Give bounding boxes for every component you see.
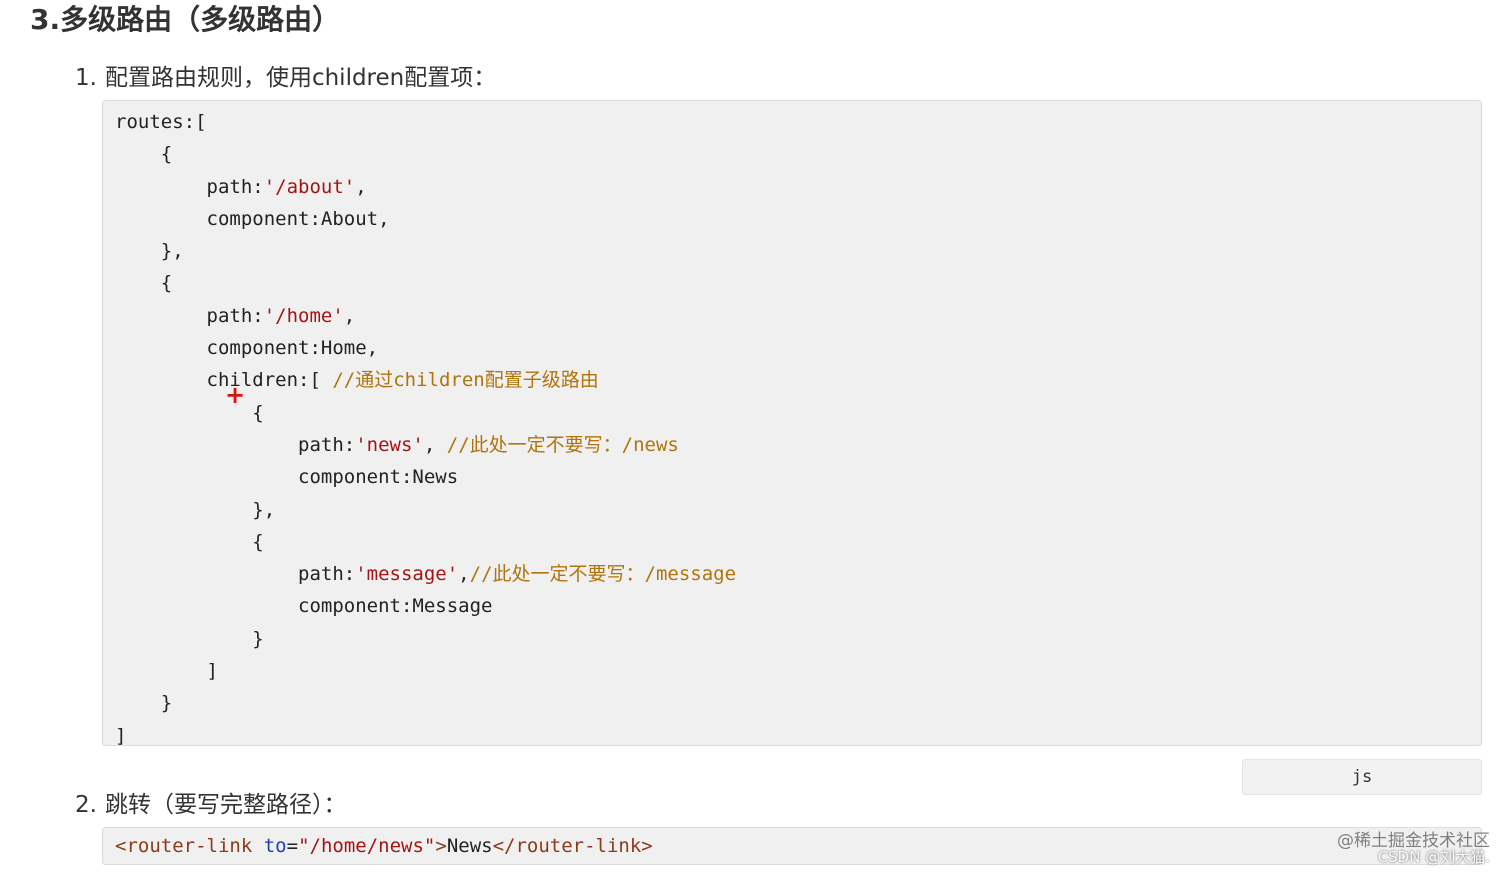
- code-token-plain: ,: [423, 433, 447, 456]
- code-token-plain: ,: [355, 175, 367, 198]
- added-line-plus-icon: +: [225, 381, 246, 409]
- code-token-plain: =: [286, 835, 299, 857]
- code-token-str: '/about': [263, 175, 356, 198]
- code-token-str: 'news': [355, 433, 424, 456]
- code-token-plain: },: [115, 240, 184, 263]
- code-token-plain: }: [115, 692, 173, 715]
- code-token-comment: //此处一定不要写：/news: [446, 433, 679, 456]
- code-token-plain: component:Home,: [115, 337, 379, 360]
- code-line: ]: [115, 655, 1469, 687]
- code-token-plain: ,: [458, 563, 470, 586]
- code-line: path:'news', //此处一定不要写：/news: [115, 429, 1469, 461]
- code-token-plain: {: [115, 272, 173, 295]
- code-token-plain: component:News: [115, 466, 459, 489]
- code-line: {: [115, 138, 1469, 170]
- code-token-plain: ]: [115, 724, 127, 747]
- step-2: 2. 跳转（要写完整路径）：: [75, 789, 346, 821]
- code-line: component:Home,: [115, 332, 1469, 364]
- code-line: component:Message: [115, 590, 1469, 622]
- code-token-plain: routes:[: [115, 111, 207, 133]
- code-token-tag: <router-link: [115, 835, 253, 857]
- step-1: 1. 配置路由规则，使用children配置项：: [75, 62, 496, 94]
- code-token-plain: ,: [343, 304, 356, 327]
- code-token-plain: path:: [115, 433, 356, 456]
- code-line: routes:[: [115, 106, 1469, 138]
- code-token-plain: path:: [115, 304, 264, 327]
- code-token-plain: {: [115, 143, 173, 166]
- routes-code-block[interactable]: routes:[ { path:'/about', component:Abou…: [102, 100, 1482, 747]
- code-token-tag: </router-link>: [492, 835, 653, 857]
- code-token-plain: path:: [115, 175, 264, 198]
- code-token-plain: component:About,: [115, 207, 390, 230]
- code-line: path:'/about',: [115, 171, 1469, 203]
- code-token-plain: children:[: [115, 369, 333, 392]
- code-line: }: [115, 687, 1469, 719]
- code-line: {: [115, 526, 1469, 558]
- step-number: 2.: [75, 792, 97, 818]
- code-token-comment: //此处一定不要写：/message: [469, 563, 737, 586]
- code-line: component:About,: [115, 203, 1469, 235]
- code-token-plain: path:: [115, 563, 356, 586]
- code-token-tag: >: [435, 835, 447, 857]
- code-line: path:'/home',: [115, 300, 1469, 332]
- code-token-comment: //通过children配置子级路由: [332, 369, 599, 392]
- code-token-plain: News: [446, 835, 493, 857]
- code-token-attr: to: [263, 835, 287, 857]
- code-line: {: [115, 267, 1469, 299]
- csdn-watermark: CSDN @刘大猫.: [1377, 848, 1490, 866]
- code-line: {: [115, 397, 1469, 429]
- code-line: component:News: [115, 461, 1469, 493]
- step-text: 跳转（要写完整路径）：: [104, 792, 347, 818]
- code-token-str: 'message': [355, 563, 459, 586]
- step-text: 配置路由规则，使用children配置项：: [104, 65, 497, 91]
- code-line: },: [115, 235, 1469, 267]
- code-line: },: [115, 494, 1469, 526]
- section-heading: 3.多级路由（多级路由）: [30, 3, 341, 36]
- code-language-label: js: [1242, 759, 1482, 795]
- code-line: ]: [115, 720, 1469, 752]
- code-line: path:'message',//此处一定不要写：/message: [115, 558, 1469, 590]
- code-token-plain: ]: [115, 660, 218, 683]
- code-token-plain: }: [115, 627, 264, 650]
- code-line: }: [115, 623, 1469, 655]
- code-token-plain: },: [115, 498, 276, 521]
- code-token-plain: component:Message: [115, 595, 493, 618]
- code-token-plain: {: [115, 530, 264, 553]
- router-link-code-block[interactable]: <router-link to="/home/news">News</route…: [102, 827, 1482, 865]
- code-line: children:[ //通过children配置子级路由: [115, 364, 1469, 396]
- code-token-str: '/home': [263, 304, 344, 327]
- code-token-str: "/home/news": [298, 835, 436, 857]
- step-number: 1.: [75, 65, 97, 91]
